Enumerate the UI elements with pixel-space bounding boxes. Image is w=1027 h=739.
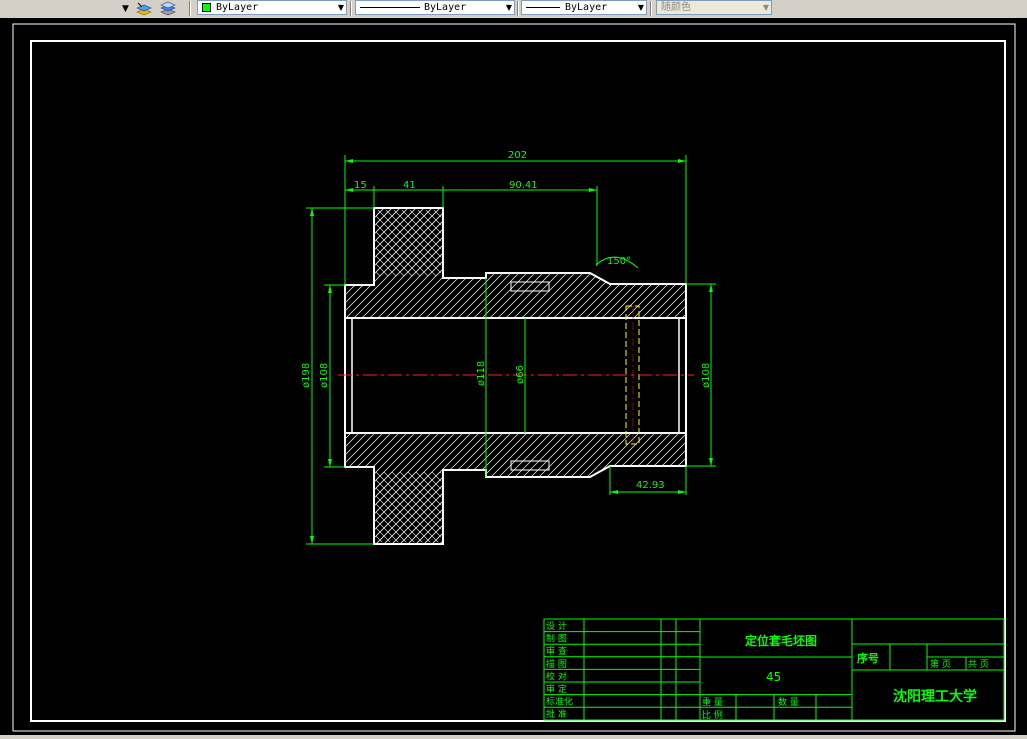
chevron-down-icon[interactable]: ▼ bbox=[506, 1, 512, 15]
dim-dia-118: ø118 bbox=[476, 361, 487, 386]
lineweight-combo[interactable]: ByLayer ▼ bbox=[521, 0, 647, 15]
tb-weight-label: 重 量 bbox=[702, 696, 723, 708]
flange-upper-crosshatch bbox=[376, 210, 441, 276]
color-combo-value: ByLayer bbox=[216, 2, 259, 13]
dim-overall-length: 202 bbox=[508, 150, 527, 161]
chevron-down-icon[interactable]: ▼ bbox=[638, 1, 644, 15]
tb-seq-label: 序号 bbox=[857, 651, 879, 665]
toolbar-separator bbox=[350, 1, 352, 16]
tb-school: 沈阳理工大学 bbox=[893, 688, 977, 705]
chevron-down-icon[interactable]: ▼ bbox=[338, 1, 344, 15]
dim-angle: 150° bbox=[607, 256, 631, 267]
layer-previous-icon[interactable] bbox=[136, 1, 152, 16]
tb-quantity-label: 数 量 bbox=[778, 696, 799, 708]
layer-stack-icon[interactable] bbox=[160, 1, 176, 16]
dim-dia-198: ø198 bbox=[301, 363, 312, 388]
toolbar-separator bbox=[189, 1, 191, 16]
dim-90-41: 90.41 bbox=[509, 180, 538, 191]
tb-label-approve-final: 审 定 bbox=[546, 683, 567, 695]
tb-scale-label: 比 例 bbox=[702, 709, 723, 721]
tb-total-label: 共 页 bbox=[968, 659, 989, 670]
linetype-combo-value: ByLayer bbox=[424, 2, 467, 13]
drawing-canvas[interactable]: 202 15 41 90.41 150° 42.93 ø198 ø108 ø11… bbox=[0, 18, 1027, 735]
toolbar-separator bbox=[517, 1, 519, 16]
linetype-sample bbox=[360, 7, 420, 8]
tb-label-standard: 标准化 bbox=[546, 696, 573, 708]
chevron-down-icon[interactable]: ▼ bbox=[763, 1, 769, 15]
toolbar-separator bbox=[650, 1, 652, 16]
tb-drawing-name: 定位套毛坯图 bbox=[745, 633, 817, 648]
tb-material: 45 bbox=[766, 670, 781, 684]
dim-dia-66: ø66 bbox=[515, 365, 526, 384]
layer-dropdown-arrow-icon[interactable]: ▼ bbox=[122, 3, 129, 15]
flange-lower-crosshatch bbox=[376, 472, 441, 542]
lineweight-sample bbox=[526, 7, 560, 8]
tb-label-design: 设 计 bbox=[546, 620, 567, 632]
dim-15: 15 bbox=[354, 180, 367, 191]
tb-label-draft: 制 图 bbox=[546, 633, 567, 645]
tb-label-check: 校 对 bbox=[546, 670, 567, 682]
tb-label-trace: 描 图 bbox=[546, 658, 567, 670]
dim-dia-108-left: ø108 bbox=[319, 363, 330, 388]
dim-41: 41 bbox=[403, 180, 416, 191]
tb-label-approve: 批 准 bbox=[546, 708, 567, 720]
tb-label-review: 审 查 bbox=[546, 645, 567, 657]
dim-dia-108-right: ø108 bbox=[701, 363, 712, 388]
linetype-combo[interactable]: ByLayer ▼ bbox=[355, 0, 515, 15]
lineweight-combo-value: ByLayer bbox=[565, 2, 608, 13]
color-swatch bbox=[202, 3, 211, 12]
plotstyle-combo-value: 随颜色 bbox=[661, 2, 691, 13]
plotstyle-combo[interactable]: 随颜色 ▼ bbox=[656, 0, 772, 15]
tb-page-label: 第 页 bbox=[930, 658, 951, 670]
drawing-svg: 202 15 41 90.41 150° 42.93 ø198 ø108 ø11… bbox=[12, 23, 1016, 732]
properties-toolbar: ▼ ByLayer ▼ ByLayer ▼ ByLayer ▼ 随颜色 ▼ bbox=[0, 0, 1027, 19]
dim-42-93: 42.93 bbox=[636, 480, 665, 491]
color-combo[interactable]: ByLayer ▼ bbox=[197, 0, 347, 15]
